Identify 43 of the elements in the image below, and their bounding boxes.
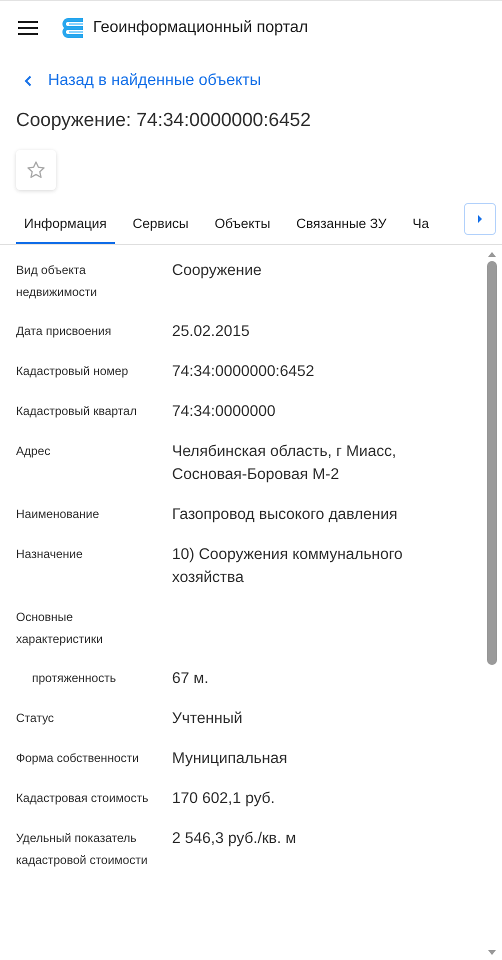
- star-icon: [26, 160, 46, 180]
- favorite-button[interactable]: [16, 150, 56, 190]
- field-label: Удельный показатель кадастровой стоимости: [16, 831, 148, 867]
- menu-icon[interactable]: [18, 21, 38, 35]
- field-label: Кадастровый квартал: [16, 404, 137, 418]
- tab[interactable]: Сервисы: [124, 204, 197, 244]
- field-label: Назначение: [16, 547, 83, 561]
- field-value: 74:34:0000000:6452: [172, 363, 314, 380]
- caret-right-icon: [477, 214, 483, 224]
- field-value: 25.02.2015: [172, 323, 250, 340]
- field-label: Форма собственности: [16, 751, 139, 765]
- field-label: Вид объекта недвижимости: [16, 263, 97, 299]
- app-title: Геоинформационный портал: [93, 19, 308, 37]
- tab[interactable]: Информация: [16, 204, 115, 244]
- field-label: Основные характеристики: [16, 610, 103, 646]
- field-label: Адрес: [16, 444, 50, 458]
- field-value: 74:34:0000000: [172, 403, 276, 420]
- scroll-right-button[interactable]: [464, 203, 496, 235]
- field-value: 10) Сооружения коммунального хозяйства: [172, 546, 403, 586]
- field-value: Газопровод высокого давления: [172, 506, 398, 523]
- logo-icon: [62, 18, 83, 38]
- field-value: Учтенный: [172, 710, 242, 727]
- field-label: Статус: [16, 711, 54, 725]
- field-label: Кадастровый номер: [16, 364, 128, 378]
- tab[interactable]: Объекты: [206, 204, 278, 244]
- field-label: Дата присвоения: [16, 324, 112, 338]
- field-value: 67 м.: [172, 670, 209, 687]
- field-value: Сооружение: [172, 262, 262, 279]
- chevron-left-icon: [24, 75, 32, 87]
- field-label: Кадастровая стоимость: [16, 791, 148, 805]
- field-value: Челябинская область, г Миасс, Сосновая-Боровая М-2: [172, 443, 396, 483]
- field-label: Наименование: [16, 507, 100, 521]
- page-title: Сооружение: 74:34:0000000:6452: [16, 110, 312, 132]
- tab[interactable]: Связанные ЗУ: [288, 204, 395, 244]
- field-label: протяженность: [32, 671, 116, 685]
- field-value: 170 602,1 руб.: [172, 790, 275, 807]
- arrow-up-icon[interactable]: [487, 251, 497, 258]
- back-link[interactable]: Назад в найденные объекты: [24, 72, 262, 90]
- field-value: 2 546,3 руб./кв. м: [172, 830, 296, 847]
- tab[interactable]: Ча: [404, 204, 432, 244]
- arrow-down-icon[interactable]: [487, 949, 497, 956]
- field-value: Муниципальная: [172, 750, 288, 767]
- scrollbar[interactable]: [485, 251, 499, 956]
